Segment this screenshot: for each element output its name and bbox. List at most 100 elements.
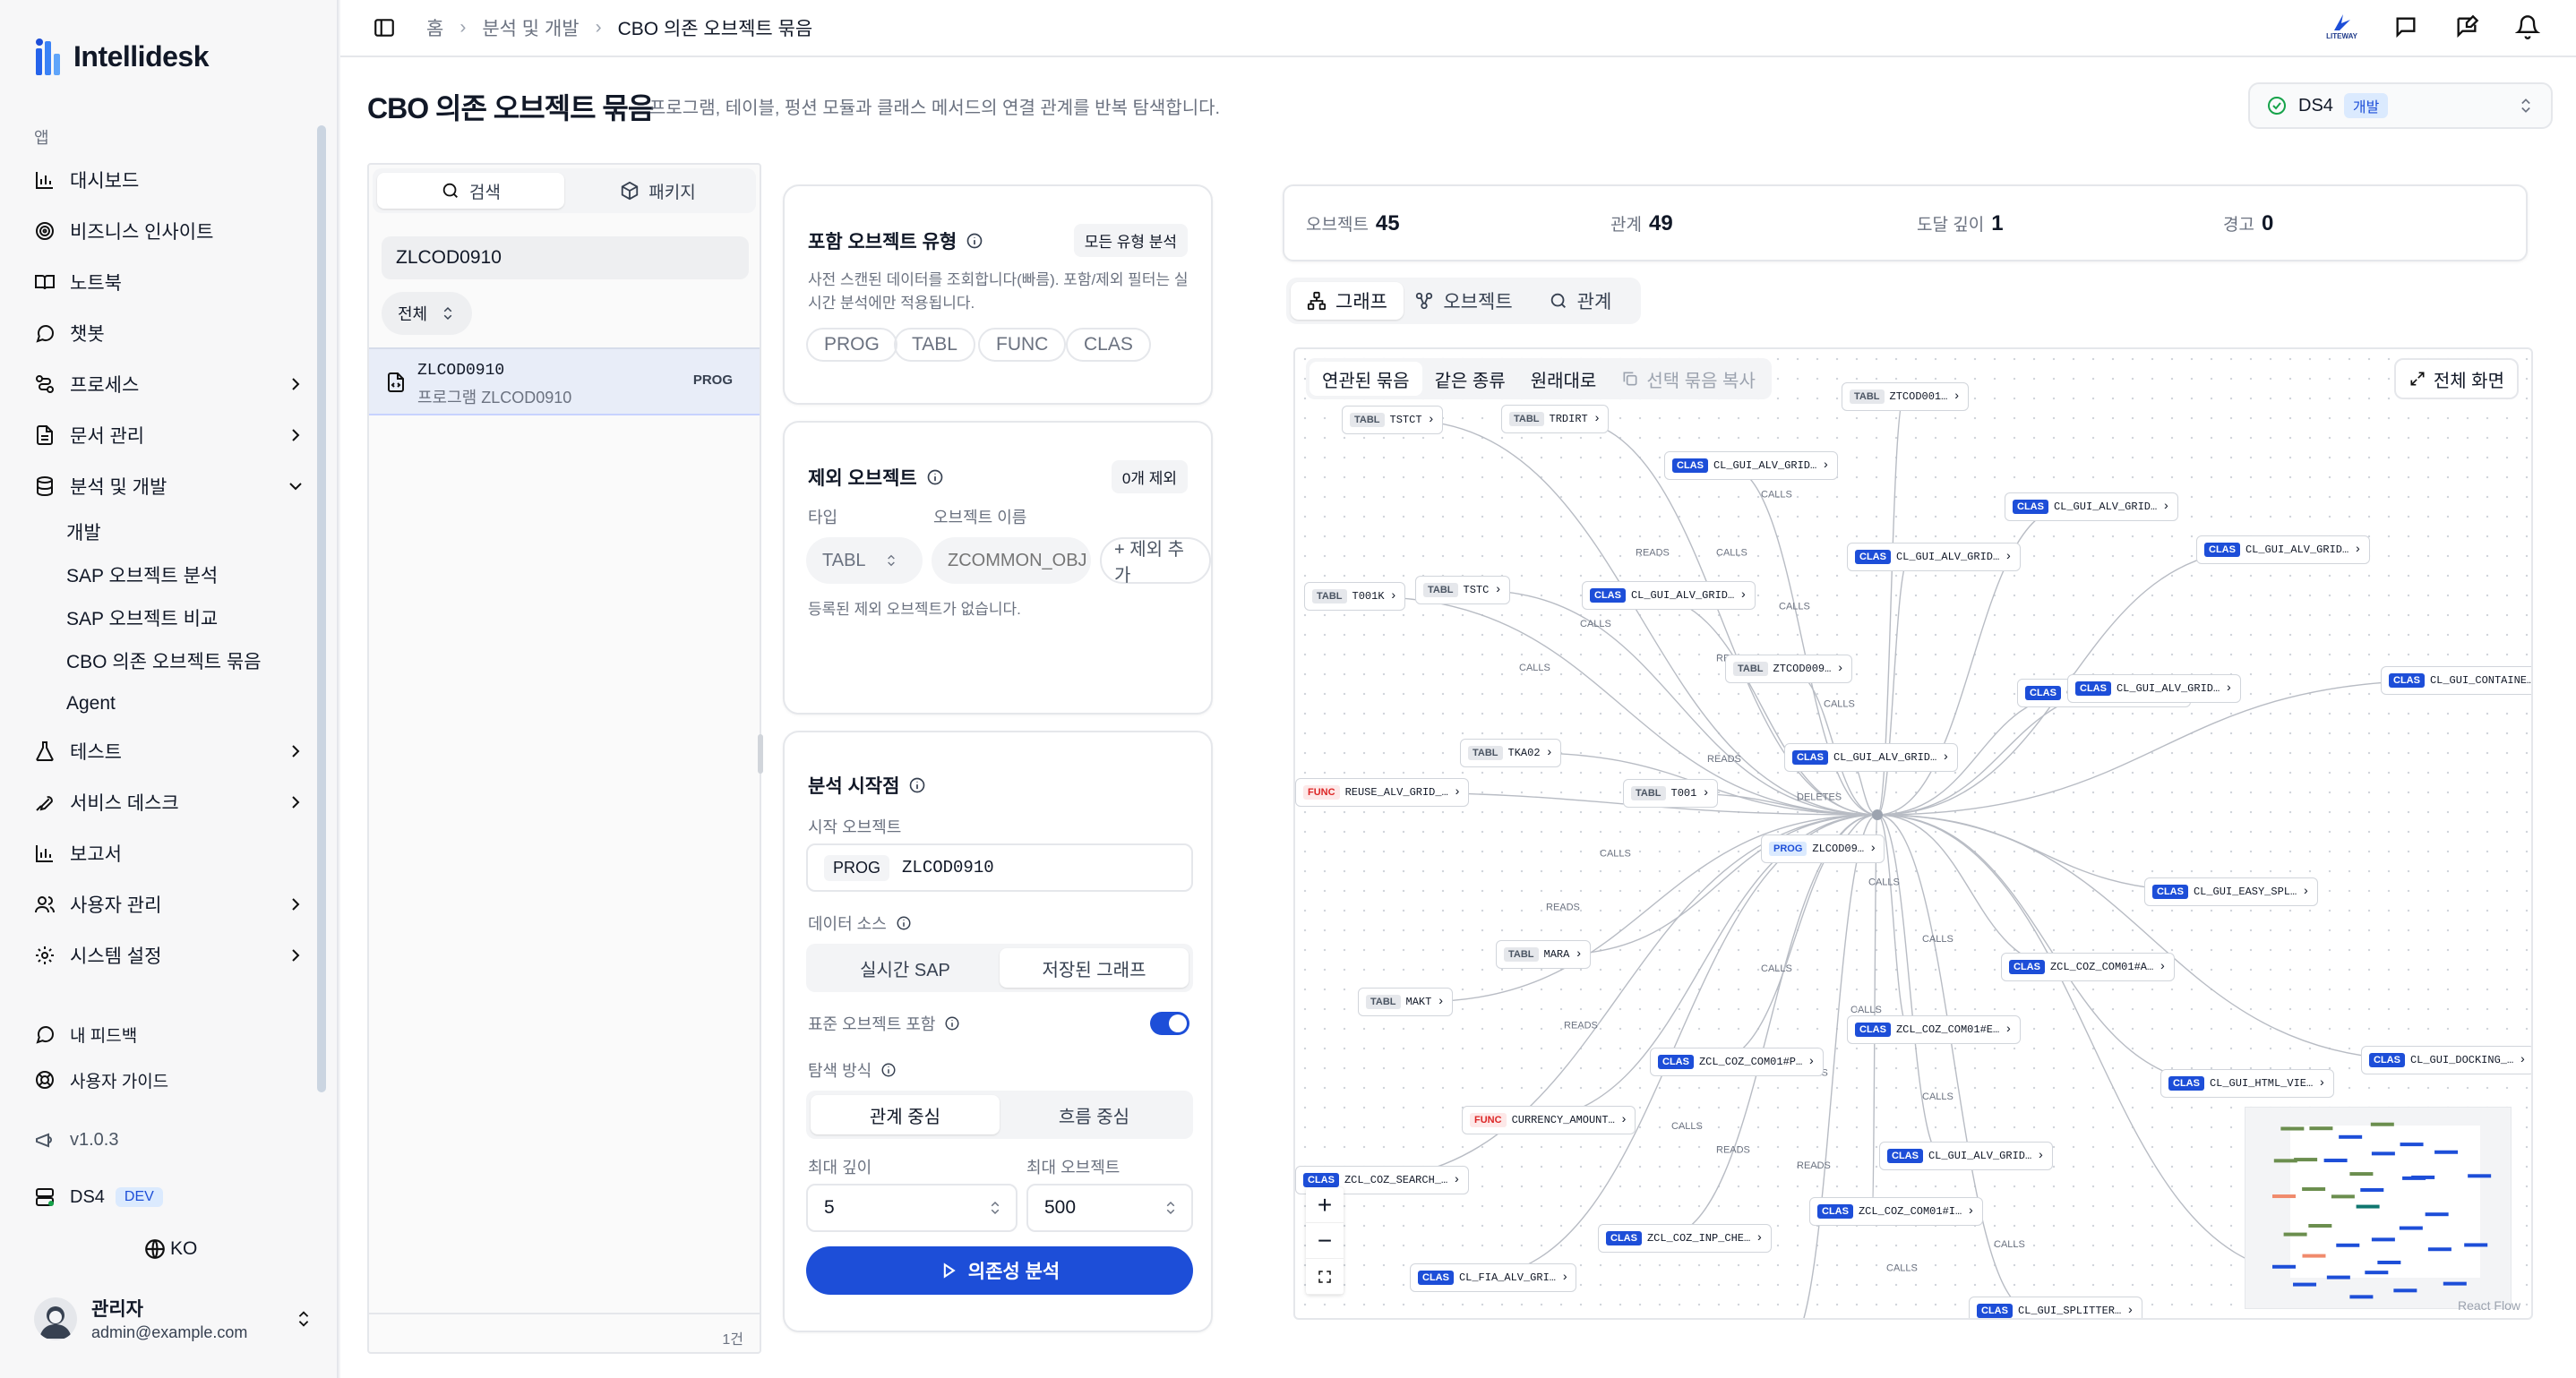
- chevron-updown-icon[interactable]: [1163, 1200, 1179, 1216]
- graph-node[interactable]: TABL MAKT ›: [1358, 987, 1453, 1016]
- graph-node[interactable]: CLAS CL_GUI_DOCKING_… ›: [2361, 1045, 2531, 1074]
- source-live-sap[interactable]: 실시간 SAP: [811, 948, 1000, 988]
- bell-icon[interactable]: [2515, 14, 2540, 39]
- search-input[interactable]: ZLCOD0910: [382, 236, 749, 279]
- app-logo[interactable]: Intellidesk: [34, 36, 210, 77]
- dependency-graph-canvas[interactable]: CALLS READS CALLS CALLS CALLS READS CALLS CALLS…: [1293, 347, 2533, 1320]
- copy-selection-button[interactable]: 선택 묶음 복사: [1609, 362, 1768, 396]
- graph-node[interactable]: CLAS ZCL_COZ_INP_CHE… ›: [1598, 1223, 1772, 1253]
- react-flow-attribution[interactable]: React Flow: [2458, 1298, 2520, 1313]
- sidebar-system[interactable]: DS4 DEV: [25, 1177, 312, 1218]
- sidebar-guide[interactable]: 사용자 가이드: [25, 1059, 312, 1100]
- breadcrumb-home[interactable]: 홈: [426, 14, 443, 41]
- exclude-name-input[interactable]: [932, 537, 1091, 584]
- graph-node[interactable]: TABL T001K ›: [1304, 582, 1405, 612]
- sidebar-item-test[interactable]: 테스트: [25, 731, 312, 772]
- add-exclude-button[interactable]: + 제외 추가: [1100, 537, 1211, 586]
- info-icon[interactable]: [880, 1062, 897, 1078]
- graph-node[interactable]: CLAS CL_GUI_ALV_GRID… ›: [2067, 673, 2241, 703]
- reset-layout-button[interactable]: 원래대로: [1518, 362, 1610, 396]
- graph-node[interactable]: CLASCL_GUI_CONTAINE…›: [2381, 665, 2531, 695]
- exclude-type-select[interactable]: TABL: [806, 537, 923, 584]
- type-chip-func[interactable]: FUNC: [978, 328, 1067, 362]
- max-objects-stepper[interactable]: 500: [1026, 1184, 1193, 1232]
- tab-objects[interactable]: 오브젝트: [1407, 282, 1520, 320]
- info-icon[interactable]: [896, 915, 912, 931]
- sidebar-item-service-desk[interactable]: 서비스 데스크: [25, 782, 312, 823]
- graph-node[interactable]: PROG ZLCOD09… ›: [1761, 835, 1885, 864]
- graph-node[interactable]: CLAS CL_GUI_HTML_VIE… ›: [2160, 1069, 2334, 1099]
- graph-node[interactable]: FUNC CURRENCY_AMOUNT… ›: [1462, 1105, 1636, 1134]
- run-analysis-button[interactable]: 의존성 분석: [806, 1246, 1193, 1295]
- graph-node[interactable]: CLAS CL_GUI_SPLITTER… ›: [1969, 1296, 2142, 1318]
- zoom-in-button[interactable]: +: [1306, 1187, 1344, 1223]
- zoom-out-button[interactable]: −: [1306, 1223, 1344, 1259]
- subnav-sap-object-compare[interactable]: SAP 오브젝트 비교: [66, 600, 218, 636]
- breadcrumb-analysis[interactable]: 분석 및 개발: [482, 14, 579, 41]
- tab-relations[interactable]: 관계: [1524, 282, 1636, 320]
- graph-node[interactable]: CLAS CL_GUI_ALV_GRID… ›: [1664, 451, 1838, 481]
- graph-node[interactable]: CLAS CL_FIA_ALV_GRI… ›: [1410, 1262, 1577, 1292]
- sidebar-item-reports[interactable]: 보고서: [25, 833, 312, 874]
- standard-objects-toggle[interactable]: [1150, 1012, 1189, 1035]
- graph-node[interactable]: CLAS ZCL_COZ_COM01#I… ›: [1809, 1196, 1983, 1226]
- subnav-sap-object-analysis[interactable]: SAP 오브젝트 분석: [66, 557, 218, 593]
- type-filter-select[interactable]: 전체: [382, 292, 473, 335]
- sidebar-item-settings[interactable]: 시스템 설정: [25, 935, 312, 976]
- info-icon[interactable]: [926, 468, 944, 486]
- environment-select[interactable]: DS4 개발: [2248, 82, 2553, 129]
- graph-node[interactable]: CLAS ZCL_COZ_COM01#E… ›: [1847, 1015, 2021, 1045]
- graph-node[interactable]: TABL ZTCOD009… ›: [1725, 655, 1852, 684]
- info-icon[interactable]: [908, 776, 926, 794]
- graph-node[interactable]: TABL MARA ›: [1496, 940, 1591, 969]
- sidebar-item-insight[interactable]: 비즈니스 인사이트: [25, 210, 312, 252]
- graph-node[interactable]: TABL TSTCT ›: [1342, 406, 1443, 435]
- sidebar-feedback[interactable]: 내 피드백: [25, 1014, 312, 1055]
- subnav-agent[interactable]: Agent: [66, 686, 116, 722]
- type-chip-tabl[interactable]: TABL: [894, 328, 975, 362]
- sidebar-item-notebook[interactable]: 노트북: [25, 261, 312, 303]
- sidebar-item-documents[interactable]: 문서 관리: [25, 415, 312, 456]
- group-same-type-button[interactable]: 같은 종류: [1422, 362, 1518, 396]
- mode-relation[interactable]: 관계 중심: [811, 1095, 1000, 1134]
- graph-node[interactable]: TABL TKA02 ›: [1460, 738, 1561, 767]
- source-saved-graph[interactable]: 저장된 그래프: [1000, 948, 1189, 988]
- sidebar-toggle-icon[interactable]: [373, 16, 396, 39]
- graph-node[interactable]: CLAS ZCL_COZ_COM01#A… ›: [2001, 953, 2175, 982]
- tab-package[interactable]: 패키지: [564, 173, 751, 209]
- sidebar-item-analysis[interactable]: 분석 및 개발: [25, 466, 312, 507]
- graph-node[interactable]: CLAS CL_GUI_ALV_GRID… ›: [1582, 580, 1756, 610]
- language-switch[interactable]: KO: [143, 1237, 197, 1261]
- sidebar-item-dashboard[interactable]: 대시보드: [25, 159, 312, 201]
- info-icon[interactable]: [966, 232, 983, 250]
- start-object-field[interactable]: PROG ZLCOD0910: [806, 843, 1193, 892]
- tab-graph[interactable]: 그래프: [1291, 282, 1404, 320]
- panel-resize-handle[interactable]: [758, 734, 763, 774]
- max-depth-stepper[interactable]: 5: [806, 1184, 1018, 1232]
- graph-node[interactable]: TABL TRDIRT ›: [1501, 404, 1610, 433]
- graph-node[interactable]: CLAS CL_GUI_ALV_GRID… ›: [1879, 1142, 2053, 1171]
- graph-node[interactable]: CLAS CL_GUI_ALV_GRID… ›: [1847, 543, 2021, 572]
- group-related-button[interactable]: 연관된 묶음: [1309, 362, 1422, 396]
- chevron-updown-icon[interactable]: [987, 1200, 1003, 1216]
- graph-node[interactable]: TABL TSTC ›: [1415, 576, 1510, 605]
- fullscreen-button[interactable]: 전체 화면: [2393, 358, 2519, 399]
- graph-node[interactable]: CLAS CL_GUI_ALV_GRID… ›: [1784, 743, 1958, 772]
- graph-node[interactable]: CLAS CL_GUI_EASY_SPL… ›: [2144, 877, 2318, 906]
- graph-node[interactable]: FUNC REUSE_ALV_GRID_… ›: [1295, 777, 1470, 807]
- minimap[interactable]: [2245, 1107, 2512, 1309]
- mode-flow[interactable]: 흐름 중심: [1000, 1095, 1189, 1134]
- fit-view-button[interactable]: [1306, 1259, 1344, 1295]
- sidebar-item-chatbot[interactable]: 챗봇: [25, 312, 312, 354]
- graph-node[interactable]: CLAS ZCL_COZ_COM01#P… ›: [1650, 1047, 1824, 1076]
- sidebar-item-process[interactable]: 프로세스: [25, 364, 312, 405]
- sidebar-scrollbar[interactable]: [317, 125, 326, 1092]
- message-icon[interactable]: [2393, 14, 2418, 39]
- subnav-development[interactable]: 개발: [66, 514, 101, 550]
- subnav-cbo-bundle[interactable]: CBO 의존 오브젝트 묶음: [66, 643, 262, 679]
- user-menu[interactable]: 관리자 admin@example.com: [34, 1295, 313, 1342]
- list-item[interactable]: ZLCOD0910 프로그램 ZLCOD0910 PROG: [369, 347, 760, 415]
- tab-search[interactable]: 검색: [377, 173, 564, 209]
- graph-node[interactable]: TABL ZTCOD001… ›: [1842, 381, 1969, 411]
- info-icon[interactable]: [944, 1015, 960, 1031]
